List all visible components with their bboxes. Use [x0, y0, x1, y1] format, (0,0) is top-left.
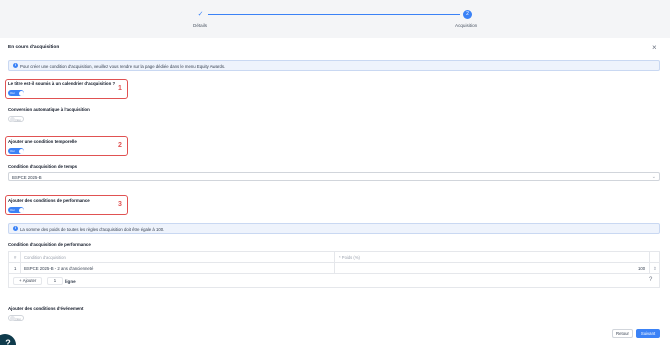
- time-condition-value: BSPCE 2025-B: [12, 174, 42, 180]
- add-row-button[interactable]: + Ajouter: [13, 277, 42, 285]
- row-index: 1: [14, 266, 17, 271]
- vesting-schedule-toggle[interactable]: Oui: [8, 90, 24, 96]
- step-2-label[interactable]: Acquisition: [455, 23, 477, 28]
- table-row[interactable]: 1 BSPCE 2025-B - 2 ans d'ancienneté 100 …: [9, 263, 659, 274]
- toggle-knob: [18, 90, 24, 96]
- event-condition-question: Ajouter des conditions d'événement: [8, 306, 84, 311]
- step-2-indicator: 2: [463, 10, 472, 19]
- toggle-knob: [9, 117, 15, 122]
- auto-conversion-question: Conversion automatique à l'acquisition: [8, 107, 90, 112]
- annotation-number-1: 1: [118, 85, 122, 92]
- annotation-number-3: 3: [118, 201, 122, 208]
- toggle-knob: [18, 207, 24, 213]
- chevron-down-icon: ⌄: [651, 173, 656, 180]
- row-count-unit: ligne: [65, 278, 76, 284]
- help-icon[interactable]: ?: [649, 277, 652, 283]
- info-banner-create-condition: i Pour créer une condition d'acquisition…: [8, 60, 660, 71]
- row-weight[interactable]: 100: [638, 266, 645, 271]
- add-row-label: Ajouter: [22, 278, 37, 283]
- event-condition-toggle[interactable]: Non: [8, 315, 24, 321]
- toggle-knob: [9, 316, 15, 321]
- step-1-check-icon: ✓: [197, 11, 204, 18]
- info-banner-text: La somme des poids de toutes les règles …: [20, 226, 165, 232]
- performance-table: # Condition d'acquisition * Poids (%) 1 …: [8, 251, 660, 288]
- performance-table-label: Condition d'acquisition de performance: [8, 242, 91, 247]
- time-condition-select[interactable]: BSPCE 2025-B ⌄: [8, 172, 660, 181]
- column-header-condition: Condition d'acquisition: [24, 255, 66, 260]
- performance-condition-toggle[interactable]: Oui: [8, 207, 24, 213]
- performance-condition-question: Ajouter des conditions de performance: [8, 198, 90, 203]
- acquisition-panel: En cours d'acquisition × i Pour créer un…: [0, 38, 670, 345]
- time-condition-toggle[interactable]: Oui: [8, 148, 24, 154]
- stepper-progress-line: [208, 14, 460, 15]
- close-icon[interactable]: ×: [652, 44, 657, 52]
- toggle-state-text: Oui: [10, 208, 15, 212]
- vesting-schedule-question: Le titre est-il soumis à un calendrier d…: [8, 81, 116, 86]
- plus-icon: +: [19, 278, 22, 283]
- info-icon: i: [13, 226, 18, 231]
- toggle-state-text: Non: [15, 118, 21, 122]
- time-condition-label: Condition d'acquisition de temps: [8, 164, 78, 169]
- info-banner-weights: i La somme des poids de toutes les règle…: [8, 223, 660, 234]
- row-condition[interactable]: BSPCE 2025-B - 2 ans d'ancienneté: [24, 266, 93, 271]
- annotation-number-2: 2: [118, 142, 122, 149]
- column-header-weight: * Poids (%): [339, 255, 360, 260]
- panel-title: En cours d'acquisition: [8, 45, 60, 50]
- toggle-state-text: Oui: [10, 149, 15, 153]
- back-button[interactable]: Retour: [612, 329, 633, 338]
- info-banner-text: Pour créer une condition d'acquisition, …: [20, 63, 226, 69]
- row-count-input[interactable]: 1: [47, 277, 63, 285]
- toggle-state-text: Non: [15, 317, 21, 321]
- auto-conversion-toggle[interactable]: Non: [8, 116, 24, 122]
- time-condition-question: Ajouter une condition temporelle: [8, 139, 77, 144]
- step-1-label[interactable]: Détails: [193, 23, 207, 28]
- info-icon: i: [13, 63, 18, 68]
- column-header-index: #: [14, 255, 17, 260]
- next-button[interactable]: Suivant: [636, 329, 660, 338]
- toggle-state-text: Oui: [10, 91, 15, 95]
- toggle-knob: [18, 148, 24, 154]
- stepper: ✓ 2 Détails Acquisition: [0, 0, 670, 38]
- stepper-arrows-icon[interactable]: ⇕: [653, 266, 657, 272]
